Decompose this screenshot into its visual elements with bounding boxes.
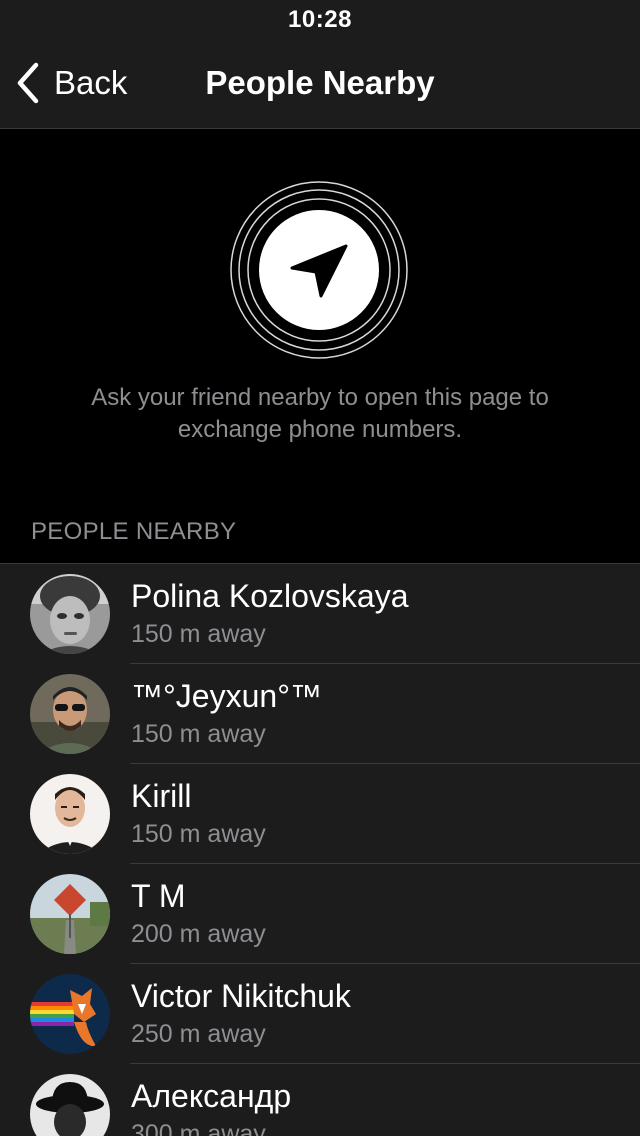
person-name: ™°Jeyxun°™: [131, 678, 322, 714]
list-item[interactable]: ™°Jeyxun°™ 150 m away: [0, 664, 640, 764]
hero-section: Ask your friend nearby to open this page…: [0, 130, 640, 563]
section-header: PEOPLE NEARBY: [31, 518, 237, 545]
avatar: [30, 674, 110, 754]
person-distance: 300 m away: [131, 1120, 266, 1136]
list-item[interactable]: T M 200 m away: [0, 864, 640, 964]
person-distance: 200 m away: [131, 920, 266, 948]
person-distance: 150 m away: [131, 720, 266, 748]
list-item[interactable]: Kirill 150 m away: [0, 764, 640, 864]
avatar: [30, 874, 110, 954]
navigation-bar: Back People Nearby: [0, 40, 640, 129]
location-arrow-icon: [230, 181, 408, 359]
person-distance: 250 m away: [131, 1020, 266, 1048]
person-name: Polina Kozlovskaya: [131, 578, 409, 614]
person-distance: 150 m away: [131, 620, 266, 648]
person-name: T M: [131, 878, 186, 914]
avatar: [30, 974, 110, 1054]
list-item[interactable]: Victor Nikitchuk 250 m away: [0, 964, 640, 1064]
avatar: [30, 1074, 110, 1136]
status-bar: 10:28: [0, 0, 640, 40]
person-name: Kirill: [131, 778, 192, 814]
people-list: Polina Kozlovskaya 150 m away ™°Jeyxun°™…: [0, 563, 640, 1136]
page-title: People Nearby: [205, 64, 435, 101]
person-distance: 150 m away: [131, 820, 266, 848]
person-name: Александр: [131, 1078, 292, 1114]
person-name: Victor Nikitchuk: [131, 978, 351, 1014]
status-time: 10:28: [288, 6, 352, 33]
list-item[interactable]: Polina Kozlovskaya 150 m away: [0, 564, 640, 664]
hint-text: Ask your friend nearby to open this page…: [91, 384, 549, 443]
avatar: [30, 774, 110, 854]
avatar: [30, 574, 110, 654]
list-item[interactable]: Александр 300 m away: [0, 1064, 640, 1136]
